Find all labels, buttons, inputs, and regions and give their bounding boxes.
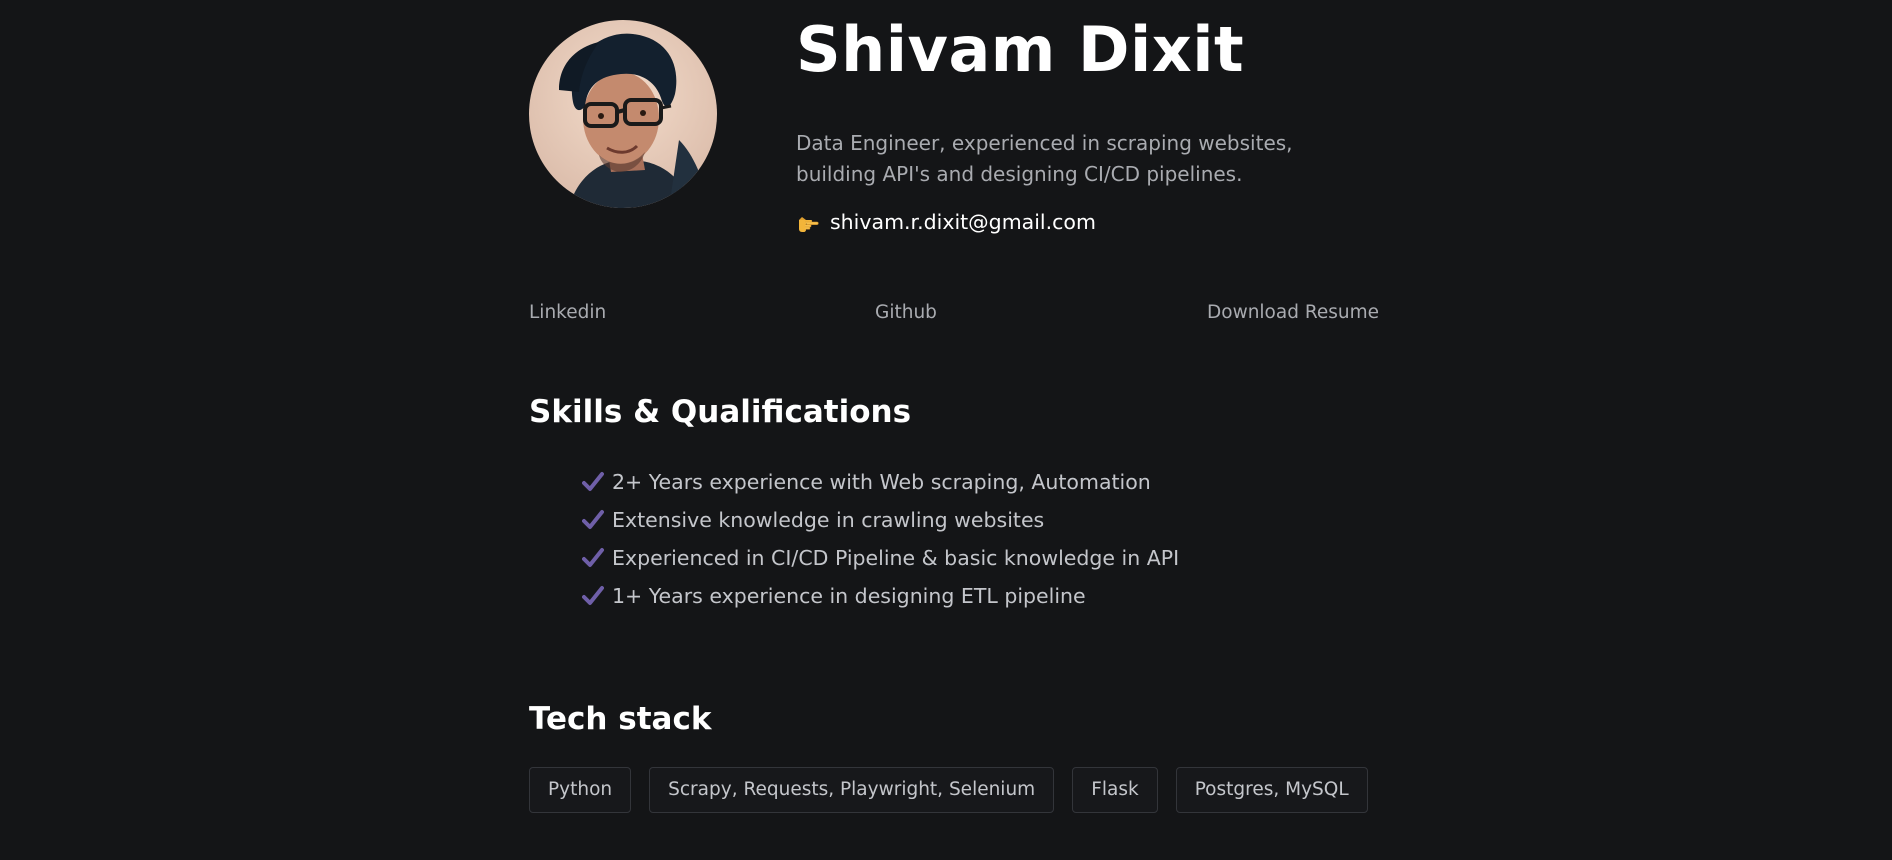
tech-tag: Postgres, MySQL xyxy=(1175,767,1368,813)
download-resume-link[interactable]: Download Resume xyxy=(1207,300,1379,326)
tech-stack-heading: Tech stack xyxy=(529,701,712,737)
list-item: 2+ Years experience with Web scraping, A… xyxy=(582,463,1179,501)
skill-text: 1+ Years experience in designing ETL pip… xyxy=(612,584,1086,608)
checkmark-icon xyxy=(582,585,604,607)
profile-name: Shivam Dixit xyxy=(796,13,1245,86)
checkmark-icon xyxy=(582,547,604,569)
github-link[interactable]: Github xyxy=(875,300,937,326)
list-item: 1+ Years experience in designing ETL pip… xyxy=(582,577,1179,615)
avatar-photo xyxy=(529,20,717,208)
skill-text: Experienced in CI/CD Pipeline & basic kn… xyxy=(612,546,1180,570)
tech-tag: Flask xyxy=(1072,767,1158,813)
profile-bio: Data Engineer, experienced in scraping w… xyxy=(796,131,1293,186)
list-item: Extensive knowledge in crawling websites xyxy=(582,501,1179,539)
email-link[interactable]: shivam.r.dixit@gmail.com xyxy=(830,210,1096,234)
email-row: shivam.r.dixit@gmail.com xyxy=(797,210,1096,234)
tech-tag: Python xyxy=(529,767,632,813)
avatar xyxy=(529,20,717,208)
skills-list: 2+ Years experience with Web scraping, A… xyxy=(582,463,1179,615)
skill-text: 2+ Years experience with Web scraping, A… xyxy=(612,470,1151,494)
checkmark-icon xyxy=(582,509,604,531)
pointing-hand-icon xyxy=(797,211,821,233)
tech-stack-tags: Python Scrapy, Requests, Playwright, Sel… xyxy=(529,767,1386,813)
list-item: Experienced in CI/CD Pipeline & basic kn… xyxy=(582,539,1179,577)
linkedin-link[interactable]: Linkedin xyxy=(529,300,606,326)
checkmark-icon xyxy=(582,471,604,493)
tech-tag: Scrapy, Requests, Playwright, Selenium xyxy=(649,767,1055,813)
skills-heading: Skills & Qualifications xyxy=(529,394,912,430)
skill-text: Extensive knowledge in crawling websites xyxy=(612,508,1045,532)
portfolio-page: Shivam Dixit Data Engineer, experienced … xyxy=(0,0,1892,860)
